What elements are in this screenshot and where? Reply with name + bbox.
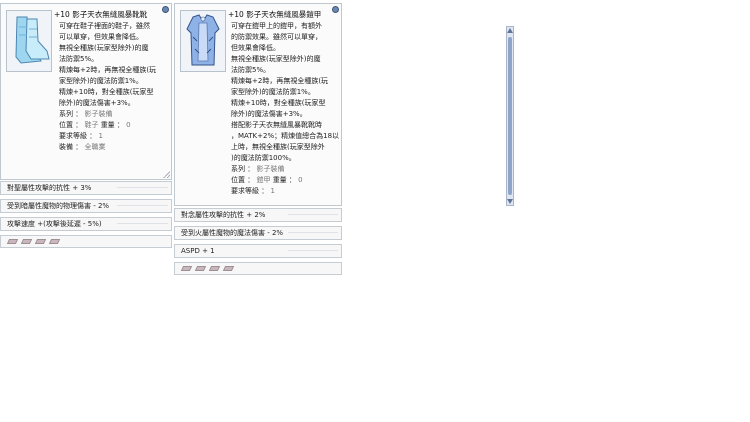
prop-series: 系列 ： 影子裝備 — [231, 165, 285, 173]
description-line: 可穿在鎧甲上的鎧甲，有額外 — [231, 22, 322, 30]
description-line: 的防禦效果。雖然可以單穿， — [231, 33, 322, 41]
card-slot-icon — [222, 266, 235, 271]
item-description: 可穿在鎧甲上的鎧甲，有額外 的防禦效果。雖然可以單穿， 但效果會降低。 無視全種… — [231, 21, 339, 197]
card-slot-icon — [208, 266, 221, 271]
prop-required-level: 要求等級 ： 1 — [231, 187, 275, 195]
blue-armor-icon — [186, 14, 220, 66]
item-title: +10 影子天衣無縫風暴鎧甲 — [228, 10, 322, 19]
prop-series: 系列 ： 影子裝備 — [59, 110, 113, 118]
item-title: +10 影子天衣無縫風暴靴靴 — [54, 10, 148, 19]
description-line: 可穿在鞋子裡面的鞋子，雖然 — [59, 22, 150, 30]
card-slot-icon — [48, 239, 61, 244]
description-line: 家型除外)的魔法防禦1%。 — [231, 88, 315, 96]
option-bar: 攻擊速度 +(攻擊後延遲 - 5%) — [0, 217, 172, 231]
item-description: 可穿在鞋子裡面的鞋子，雖然 可以單穿，但效果會降低。 無視全種族(玩家型除外)的… — [59, 21, 156, 153]
card-slots — [0, 235, 172, 248]
resize-handle[interactable] — [163, 171, 170, 178]
card-slot-icon — [180, 266, 193, 271]
card-slots — [174, 262, 342, 275]
description-line: )的魔法防禦100%。 — [231, 154, 296, 162]
close-button[interactable] — [162, 6, 169, 13]
scroll-down-icon[interactable] — [507, 199, 513, 204]
scroll-up-icon[interactable] — [507, 28, 513, 33]
description-line: 法防禦5%。 — [59, 55, 99, 63]
card-slot-icon — [20, 239, 33, 244]
card-slot-icon — [34, 239, 47, 244]
item-image-armor — [180, 10, 226, 72]
description-line: ，MATK+2%；精煉值總合為18以 — [231, 132, 340, 140]
option-bar: 對聖屬性攻擊的抗性 + 3% — [0, 181, 172, 195]
description-line: 可以單穿，但效果會降低。 — [59, 33, 143, 41]
close-button[interactable] — [332, 6, 339, 13]
description-line: 精煉+10時，對全種族(玩家型 — [59, 88, 154, 96]
item-info-window-boots: +10 影子天衣無縫風暴靴靴 可穿在鞋子裡面的鞋子，雖然 可以單穿，但效果會降低… — [0, 3, 172, 180]
description-line: 精煉每+2時，再無視全種族(玩 — [231, 77, 329, 85]
item-image-boots — [6, 10, 52, 72]
blue-boots-icon — [15, 16, 50, 64]
description-line: 無視全種族(玩家型除外)的魔 — [231, 55, 321, 63]
prop-position: 位置 ： 鎧甲 重量 ： 0 — [231, 176, 303, 184]
option-bar: 受到火屬性魔物的魔法傷害 - 2% — [174, 226, 342, 240]
description-line: 除外)的魔法傷害+3%。 — [231, 110, 307, 118]
prop-equip: 裝備 ： 全職業 — [59, 143, 106, 151]
card-slot-icon — [6, 239, 19, 244]
option-bar: 對念屬性攻擊的抗性 + 2% — [174, 208, 342, 222]
description-line: 精煉每+2時，再無視全種族(玩 — [59, 66, 157, 74]
scrollbar-thumb[interactable] — [508, 37, 512, 195]
description-line: 搭配影子天衣無縫風暴靴靴時 — [231, 121, 322, 129]
description-line: 上時，無視全種族(玩家型除外 — [231, 143, 325, 151]
description-line: 但效果會降低。 — [231, 44, 280, 52]
prop-required-level: 要求等級 ： 1 — [59, 132, 103, 140]
description-line: 除外)的魔法傷害+3%。 — [59, 99, 135, 107]
prop-position: 位置 ： 鞋子 重量 ： 0 — [59, 121, 131, 129]
item-info-window-armor: +10 影子天衣無縫風暴鎧甲 可穿在鎧甲上的鎧甲，有額外 的防禦效果。雖然可以單… — [174, 3, 514, 206]
scrollbar[interactable] — [506, 26, 514, 206]
option-bar: ASPD + 1 — [174, 244, 342, 258]
option-bar: 受到暗屬性魔物的物理傷害 - 2% — [0, 199, 172, 213]
card-slot-icon — [194, 266, 207, 271]
description-line: 無視全種族(玩家型除外)的魔 — [59, 44, 149, 52]
description-line: 精煉+10時，對全種族(玩家型 — [231, 99, 326, 107]
description-line: 法防禦5%。 — [231, 66, 271, 74]
description-line: 家型除外)的魔法防禦1%。 — [59, 77, 143, 85]
